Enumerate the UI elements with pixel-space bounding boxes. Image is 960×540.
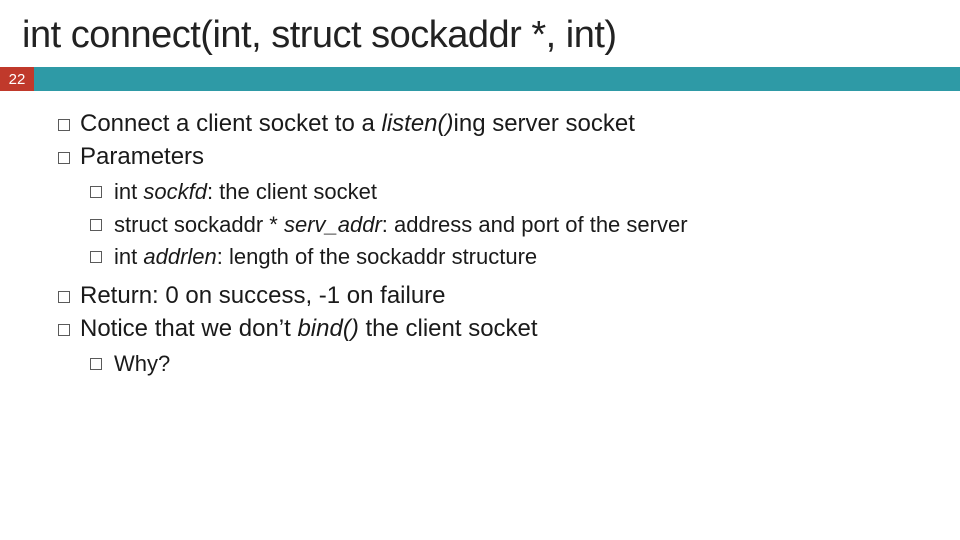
text-italic: sockfd bbox=[143, 179, 207, 204]
text-italic: serv_addr bbox=[284, 212, 382, 237]
text: ing server socket bbox=[454, 110, 635, 137]
text-italic: addrlen bbox=[143, 244, 216, 269]
text: : address and port of the server bbox=[382, 212, 688, 237]
param-servaddr: struct sockaddr * serv_addr: address and… bbox=[88, 211, 920, 239]
text: struct sockaddr * bbox=[114, 212, 284, 237]
text: : length of the sockaddr structure bbox=[217, 244, 537, 269]
text-italic: listen() bbox=[382, 110, 454, 137]
bullet-connect: Connect a client socket to a listen()ing… bbox=[54, 109, 920, 140]
text-italic: bind() bbox=[297, 315, 358, 342]
text: : the client socket bbox=[207, 179, 377, 204]
text: Notice that we don’t bbox=[80, 315, 297, 342]
bullet-notice: Notice that we don’t bind() the client s… bbox=[54, 314, 920, 379]
text: Parameters bbox=[80, 143, 204, 170]
header-bar: 22 bbox=[0, 67, 960, 91]
text: int bbox=[114, 179, 143, 204]
slide-title: int connect(int, struct sockaddr *, int) bbox=[0, 0, 960, 67]
text: int bbox=[114, 244, 143, 269]
param-sockfd: int sockfd: the client socket bbox=[88, 178, 920, 206]
text: Why? bbox=[114, 351, 170, 376]
text: the client socket bbox=[359, 315, 538, 342]
text: Connect a client socket to a bbox=[80, 110, 382, 137]
accent-bar bbox=[34, 67, 960, 91]
bullet-return: Return: 0 on success, -1 on failure bbox=[54, 281, 920, 312]
page-number-badge: 22 bbox=[0, 67, 34, 91]
text: Return: 0 on success, -1 on failure bbox=[80, 282, 446, 309]
slide-body: Connect a client socket to a listen()ing… bbox=[0, 91, 960, 379]
bullet-parameters: Parameters int sockfd: the client socket… bbox=[54, 142, 920, 271]
bullet-why: Why? bbox=[88, 350, 920, 378]
param-addrlen: int addrlen: length of the sockaddr stru… bbox=[88, 243, 920, 271]
